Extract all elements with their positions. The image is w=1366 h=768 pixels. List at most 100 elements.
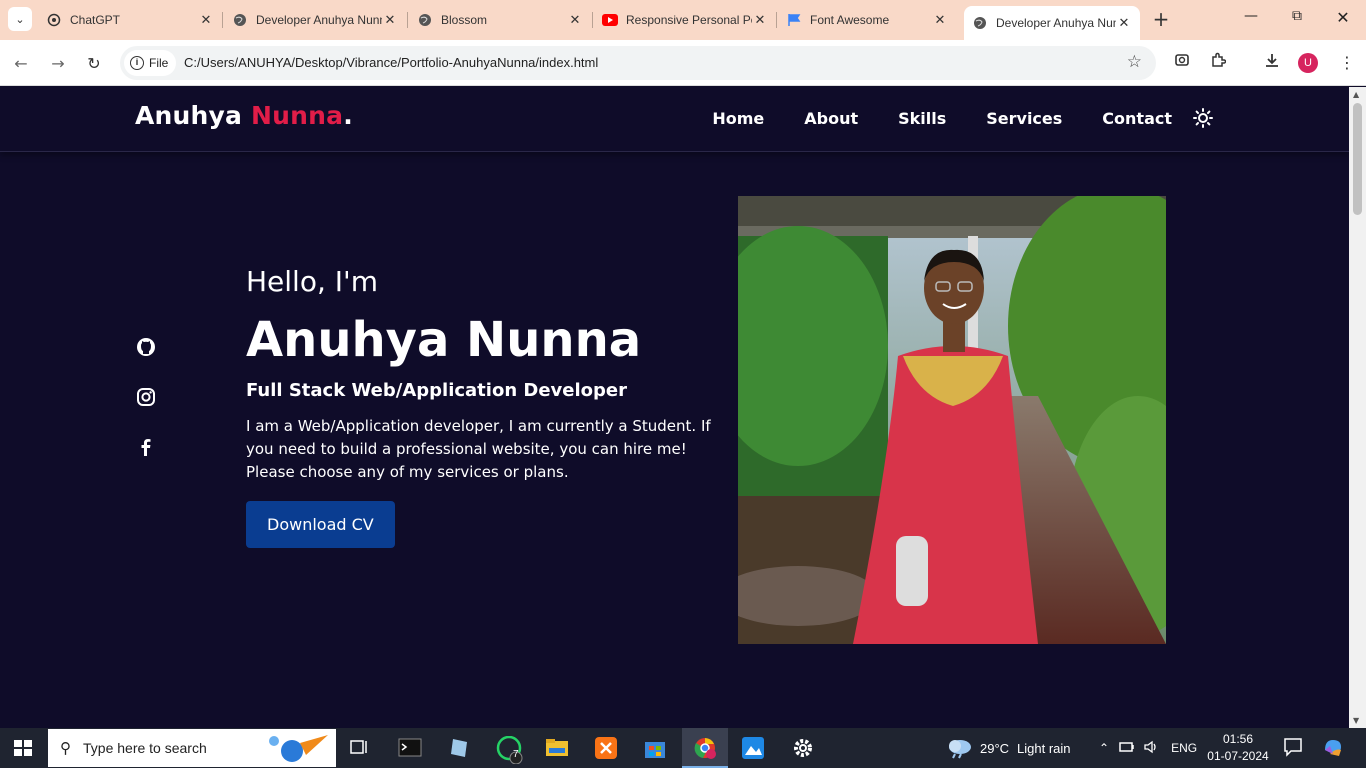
close-tab-icon[interactable]: ✕ [567,13,583,28]
github-icon[interactable] [136,337,156,357]
sun-icon[interactable] [1193,108,1213,128]
close-tab-icon[interactable]: ✕ [382,13,398,28]
bookmark-star-icon[interactable]: ☆ [1127,52,1142,72]
scroll-down-icon[interactable]: ▼ [1353,716,1359,725]
tab-divider [776,12,777,28]
tab-divider [592,12,593,28]
portfolio-page: Anuhya Nunna. Home About Skills Services… [0,87,1349,728]
search-icon: ⚲ [60,740,71,757]
weather-condition: Light rain [1017,740,1071,756]
nav-skills[interactable]: Skills [898,109,946,128]
close-tab-icon[interactable]: ✕ [752,13,768,28]
photos-app-icon[interactable] [741,736,765,760]
tab-title: Developer Anuhya Nunna [256,13,382,27]
notes-app-icon[interactable] [447,736,471,760]
tab-search-button[interactable]: ⌄ [8,7,32,31]
notification-icon[interactable] [1282,736,1306,760]
tab-title: ChatGPT [70,13,121,27]
tab-youtube[interactable]: Responsive Personal Portfolio ✕ [602,6,768,34]
restore-button[interactable]: ⧉ [1282,8,1312,30]
nav-contact[interactable]: Contact [1102,109,1172,128]
tab-developer-active[interactable]: Developer Anuhya Nunna ✕ [964,6,1140,40]
chevron-up-icon[interactable]: ⌃ [1099,741,1109,755]
profile-photo [738,196,1166,644]
back-button[interactable]: ← [10,53,32,75]
logo-first: Anuhya [135,101,243,130]
xampp-icon[interactable] [594,736,618,760]
nav-home[interactable]: Home [712,109,764,128]
logo-last: Nunna [251,101,344,130]
file-label: File [149,56,169,70]
terminal-icon[interactable] [398,736,422,760]
minimize-button[interactable]: — [1236,8,1266,30]
tab-chatgpt[interactable]: ChatGPT ✕ [46,6,214,34]
hero-greeting: Hello, I'm [246,265,379,298]
microsoft-store-icon[interactable] [643,736,667,760]
weather-widget[interactable]: 29°C Light rain [946,728,1071,768]
download-cv-button[interactable]: Download CV [246,501,395,548]
address-bar[interactable]: i File C:/Users/ANUHYA/Desktop/Vibrance/… [120,46,1156,80]
whatsapp-icon[interactable]: 7 [496,735,523,765]
close-tab-icon[interactable]: ✕ [1116,16,1132,31]
youtube-icon [602,12,618,28]
new-tab-button[interactable]: + [1150,8,1172,30]
system-tray: ⌃ ENG [1099,728,1197,768]
site-header: Anuhya Nunna. Home About Skills Services… [0,87,1349,152]
page-scrollbar[interactable]: ▲ ▼ [1349,87,1366,728]
whatsapp-badge: 7 [513,749,519,760]
browser-toolbar: ← → ↻ i File C:/Users/ANUHYA/Desktop/Vib… [0,40,1366,86]
language-indicator[interactable]: ENG [1171,741,1197,755]
volume-icon[interactable] [1143,740,1159,757]
site-info-chip[interactable]: i File [124,50,177,76]
hero-name: Anuhya Nunna [246,312,642,368]
taskbar-search-box[interactable]: ⚲ Type here to search [48,729,336,767]
site-logo[interactable]: Anuhya Nunna. [135,101,353,130]
nav-services[interactable]: Services [986,109,1062,128]
file-explorer-icon[interactable] [545,736,569,760]
facebook-icon[interactable] [136,437,156,457]
url-text[interactable]: C:/Users/ANUHYA/Desktop/Vibrance/Portfol… [184,55,598,70]
search-highlight-icon [269,735,328,762]
search-placeholder: Type here to search [83,740,207,756]
forward-button[interactable]: → [47,53,69,75]
tab-blossom[interactable]: Blossom ✕ [417,6,583,34]
globe-icon [972,15,988,31]
rain-cloud-icon [949,740,971,759]
download-icon[interactable] [1261,52,1283,74]
close-tab-icon[interactable]: ✕ [932,13,948,28]
tab-title: Responsive Personal Portfolio [626,13,752,27]
tab-search-icon[interactable] [1171,52,1193,74]
scroll-up-icon[interactable]: ▲ [1353,90,1359,99]
instagram-icon[interactable] [136,387,156,407]
tab-title: Font Awesome [810,13,890,27]
tab-developer-1[interactable]: Developer Anuhya Nunna ✕ [232,6,398,34]
windows-start-icon[interactable] [14,740,32,756]
hero-section: Hello, I'm Anuhya Nunna Full Stack Web/A… [246,265,726,548]
tab-title: Blossom [441,13,488,27]
nav-about[interactable]: About [804,109,858,128]
taskbar-clock[interactable]: 01:56 01-07-2024 [1206,731,1270,765]
close-tab-icon[interactable]: ✕ [198,13,214,28]
extensions-icon[interactable] [1207,52,1229,74]
task-view-icon[interactable] [348,736,372,760]
globe-icon [417,12,433,28]
tab-title: Developer Anuhya Nunna [996,16,1116,30]
hero-description: I am a Web/Application developer, I am c… [246,417,711,481]
main-nav: Home About Skills Services Contact [712,109,1172,128]
logo-dot: . [343,101,353,130]
copilot-icon[interactable] [1322,736,1346,760]
hero-role: Full Stack Web/Application Developer [246,380,627,401]
network-icon[interactable] [1119,740,1135,757]
info-icon: i [130,56,144,70]
tab-divider [222,12,223,28]
menu-icon[interactable]: ⋮ [1336,52,1358,74]
windows-taskbar: ⚲ Type here to search 7 29°C Light rain [0,728,1366,768]
settings-gear-icon[interactable] [791,736,815,760]
profile-avatar[interactable]: U [1298,53,1318,73]
reload-button[interactable]: ↻ [83,53,105,75]
close-window-button[interactable]: ✕ [1328,8,1358,30]
flag-icon [786,12,802,28]
chrome-taskbar-button[interactable] [682,728,728,768]
scrollbar-thumb[interactable] [1353,103,1362,215]
tab-font-awesome[interactable]: Font Awesome ✕ [786,6,948,34]
